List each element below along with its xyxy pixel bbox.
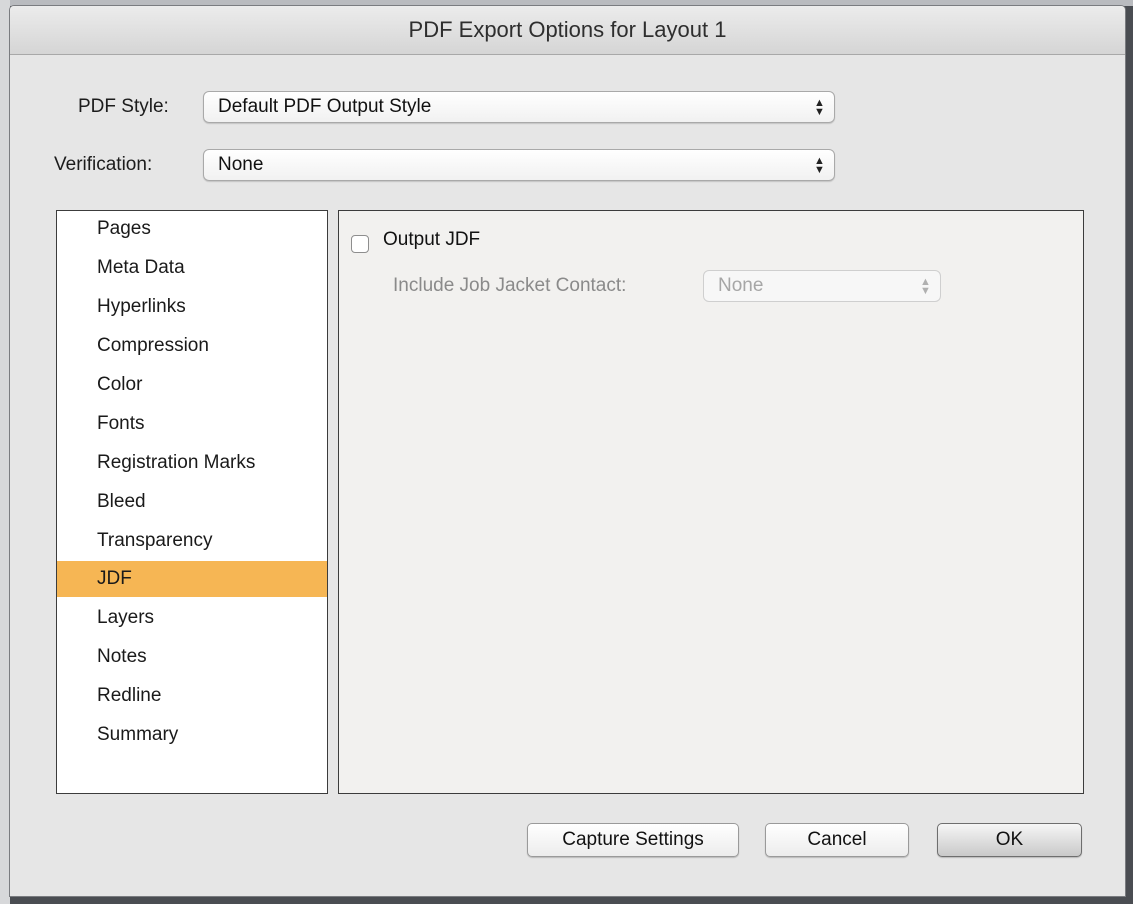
- category-label: Compression: [97, 335, 209, 356]
- category-label: JDF: [97, 568, 132, 589]
- category-item-meta-data[interactable]: Meta Data: [57, 250, 327, 286]
- category-list: Pages Meta Data Hyperlinks Compression C…: [56, 210, 328, 794]
- verification-select[interactable]: None ▲ ▼: [203, 149, 835, 181]
- category-label: Color: [97, 374, 143, 395]
- category-item-registration-marks[interactable]: Registration Marks: [57, 445, 327, 481]
- background-window-edge-left: [0, 0, 10, 904]
- category-label: Redline: [97, 685, 162, 706]
- job-jacket-contact-value: None: [718, 275, 764, 296]
- category-item-fonts[interactable]: Fonts: [57, 406, 327, 442]
- cancel-button[interactable]: Cancel: [765, 823, 909, 857]
- category-item-transparency[interactable]: Transparency: [57, 523, 327, 559]
- ok-button[interactable]: OK: [937, 823, 1082, 857]
- verification-label: Verification:: [54, 154, 153, 175]
- category-label: Summary: [97, 724, 179, 745]
- output-jdf-checkbox[interactable]: [351, 235, 369, 253]
- popup-arrows-icon: ▲ ▼: [814, 97, 825, 118]
- category-label: Meta Data: [97, 257, 185, 278]
- category-item-pages[interactable]: Pages: [57, 211, 327, 247]
- category-item-notes[interactable]: Notes: [57, 639, 327, 675]
- category-item-bleed[interactable]: Bleed: [57, 484, 327, 520]
- pdf-style-value: Default PDF Output Style: [218, 96, 432, 117]
- verification-value: None: [218, 154, 264, 175]
- pdf-style-label: PDF Style:: [78, 96, 169, 117]
- category-item-color[interactable]: Color: [57, 367, 327, 403]
- dialog-title: PDF Export Options for Layout 1: [10, 6, 1125, 55]
- category-label: Hyperlinks: [97, 296, 186, 317]
- job-jacket-contact-select[interactable]: None ▲ ▼: [703, 270, 941, 302]
- capture-settings-button[interactable]: Capture Settings: [527, 823, 739, 857]
- category-item-hyperlinks[interactable]: Hyperlinks: [57, 289, 327, 325]
- category-item-summary[interactable]: Summary: [57, 717, 327, 753]
- pdf-style-select[interactable]: Default PDF Output Style ▲ ▼: [203, 91, 835, 123]
- jdf-settings-panel: Output JDF Include Job Jacket Contact: N…: [338, 210, 1084, 794]
- category-label: Notes: [97, 646, 147, 667]
- pdf-export-options-dialog: PDF Export Options for Layout 1 PDF Styl…: [10, 6, 1125, 896]
- category-item-layers[interactable]: Layers: [57, 600, 327, 636]
- category-label: Fonts: [97, 413, 145, 434]
- category-label: Layers: [97, 607, 155, 628]
- popup-arrows-icon: ▲ ▼: [814, 155, 825, 176]
- category-label: Transparency: [97, 530, 213, 551]
- category-item-compression[interactable]: Compression: [57, 328, 327, 364]
- category-label: Pages: [97, 218, 151, 239]
- popup-arrows-icon: ▲ ▼: [920, 276, 931, 297]
- job-jacket-contact-label: Include Job Jacket Contact:: [393, 275, 627, 296]
- category-label: Registration Marks: [97, 452, 256, 473]
- category-label: Bleed: [97, 491, 146, 512]
- category-item-jdf[interactable]: JDF: [57, 561, 327, 597]
- category-item-redline[interactable]: Redline: [57, 678, 327, 714]
- output-jdf-label[interactable]: Output JDF: [383, 229, 480, 251]
